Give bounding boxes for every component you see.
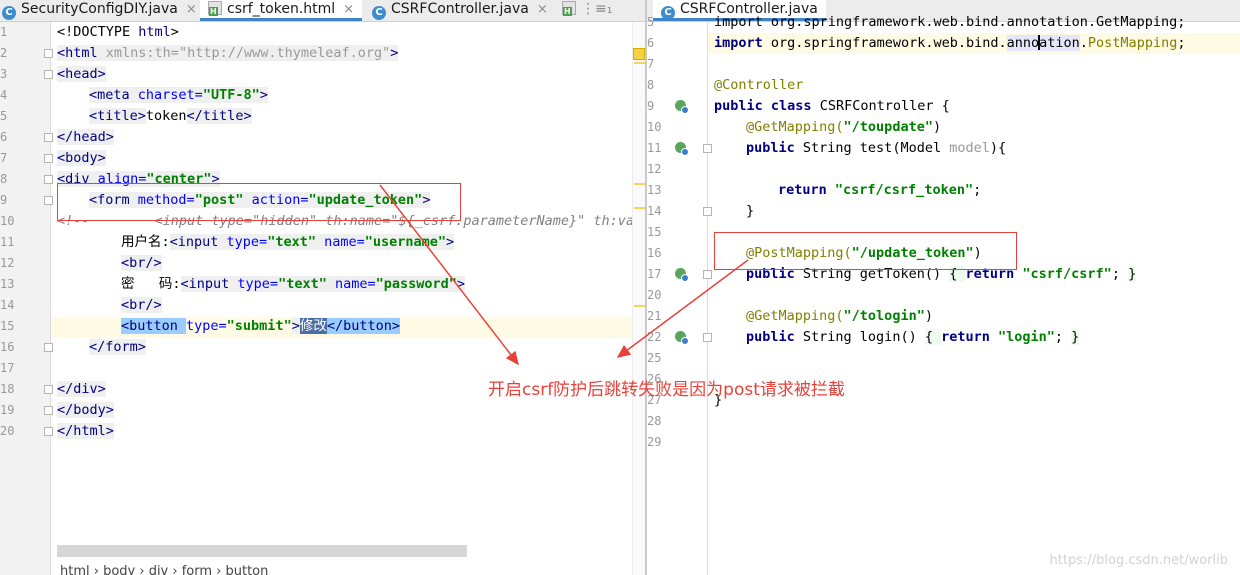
html-file-icon: H: [562, 1, 576, 16]
tab-overflow[interactable]: H ⋮≡₁: [562, 0, 612, 21]
code-line: </div>: [57, 381, 106, 397]
close-icon[interactable]: ×: [537, 2, 548, 17]
fold-icon[interactable]: [703, 270, 712, 279]
spring-mapping-icon[interactable]: [675, 331, 689, 345]
java-class-icon: C: [661, 6, 675, 20]
watermark: https://blog.csdn.net/worlib: [1049, 553, 1228, 568]
code-line: <button type="submit">修改</button>: [121, 318, 400, 334]
code-line: }: [746, 203, 755, 219]
code-line: <title>token</title>: [89, 108, 252, 124]
warning-icon[interactable]: [633, 48, 645, 60]
fold-icon[interactable]: [44, 427, 53, 436]
fold-icon[interactable]: [703, 207, 712, 216]
right-editor-pane[interactable]: C CSRFController.java 5 6 7 8 9 10 11 12 …: [647, 0, 1240, 575]
html-file-icon: H: [208, 1, 222, 16]
java-class-icon: C: [2, 6, 16, 20]
fold-icon[interactable]: [44, 406, 53, 415]
code-line: public class CSRFController {: [714, 98, 950, 114]
highlight-box-postmapping: [714, 232, 1017, 270]
code-line: </body>: [57, 402, 114, 418]
code-line: <br/>: [121, 297, 162, 313]
fold-icon[interactable]: [44, 385, 53, 394]
code-line: return "csrf/csrf_token";: [778, 182, 982, 198]
left-tab-bar: C SecurityConfigDIY.java × Hcsrf_token.htm…: [0, 0, 645, 22]
code-line: @GetMapping("/toupdate"): [746, 119, 942, 135]
code-line: 用户名:<input type="text" name="username">: [121, 234, 455, 250]
tab-csrf-token-html[interactable]: Hcsrf_token.html ×: [200, 0, 363, 21]
selected-text: 修改: [299, 318, 327, 334]
spring-mapping-icon[interactable]: [675, 268, 689, 282]
tab-overflow-menu-icon[interactable]: ⋮≡₁: [581, 1, 612, 17]
code-line: public String login() { return "login"; …: [746, 329, 1080, 345]
code-line: @GetMapping("/tologin"): [746, 308, 933, 324]
code-line: public String test(Model model){: [746, 140, 1007, 156]
annotation-text: 开启csrf防护后跳转失败是因为post请求被拦截: [488, 380, 845, 400]
java-class-icon: C: [372, 6, 386, 20]
code-line: <body>: [57, 150, 106, 166]
fold-icon[interactable]: [44, 49, 53, 58]
error-stripe: [632, 22, 645, 575]
left-editor-pane[interactable]: C SecurityConfigDIY.java × Hcsrf_token.htm…: [0, 0, 645, 575]
breadcrumb[interactable]: html › body › div › form › button: [60, 564, 268, 575]
highlight-box-form: [57, 183, 461, 221]
java-code[interactable]: import org.springframework.web.bind.anno…: [714, 12, 1185, 408]
fold-icon[interactable]: [44, 133, 53, 142]
code-line: @Controller: [714, 77, 804, 93]
fold-icon[interactable]: [44, 70, 53, 79]
code-line: <html xmlns:th="http://www.thymeleaf.org…: [57, 45, 399, 61]
code-line: </head>: [57, 129, 114, 145]
close-icon[interactable]: ×: [186, 2, 197, 17]
code-line: 密 码:<input type="text" name="password">: [121, 276, 466, 292]
spring-bean-icon[interactable]: [675, 100, 689, 114]
spring-mapping-icon[interactable]: [675, 142, 689, 156]
tab-label: csrf_token.html: [227, 1, 336, 17]
tab-label: SecurityConfigDIY.java: [21, 1, 178, 17]
tab-csrf-controller[interactable]: C CSRFController.java ×: [372, 0, 548, 21]
code-line: <!DOCTYPE html>: [57, 24, 179, 40]
fold-icon[interactable]: [44, 196, 53, 205]
fold-icon[interactable]: [703, 144, 712, 153]
code-line: import org.springframework.web.bind.anno…: [714, 14, 1186, 30]
close-icon[interactable]: ×: [343, 2, 354, 17]
code-line: </form>: [89, 339, 146, 355]
horizontal-scrollbar[interactable]: [57, 545, 467, 557]
code-line: <head>: [57, 66, 106, 82]
code-line: </html>: [57, 423, 114, 439]
code-line: <br/>: [121, 255, 162, 271]
fold-icon[interactable]: [703, 333, 712, 342]
tab-security-config[interactable]: C SecurityConfigDIY.java ×: [2, 0, 197, 21]
fold-icon[interactable]: [44, 343, 53, 352]
tab-label: CSRFController.java: [391, 1, 529, 17]
code-line: import org.springframework.web.bind.anno…: [714, 35, 1186, 51]
fold-icon[interactable]: [44, 154, 53, 163]
code-line: <meta charset="UTF-8">: [89, 87, 268, 103]
fold-icon[interactable]: [44, 175, 53, 184]
